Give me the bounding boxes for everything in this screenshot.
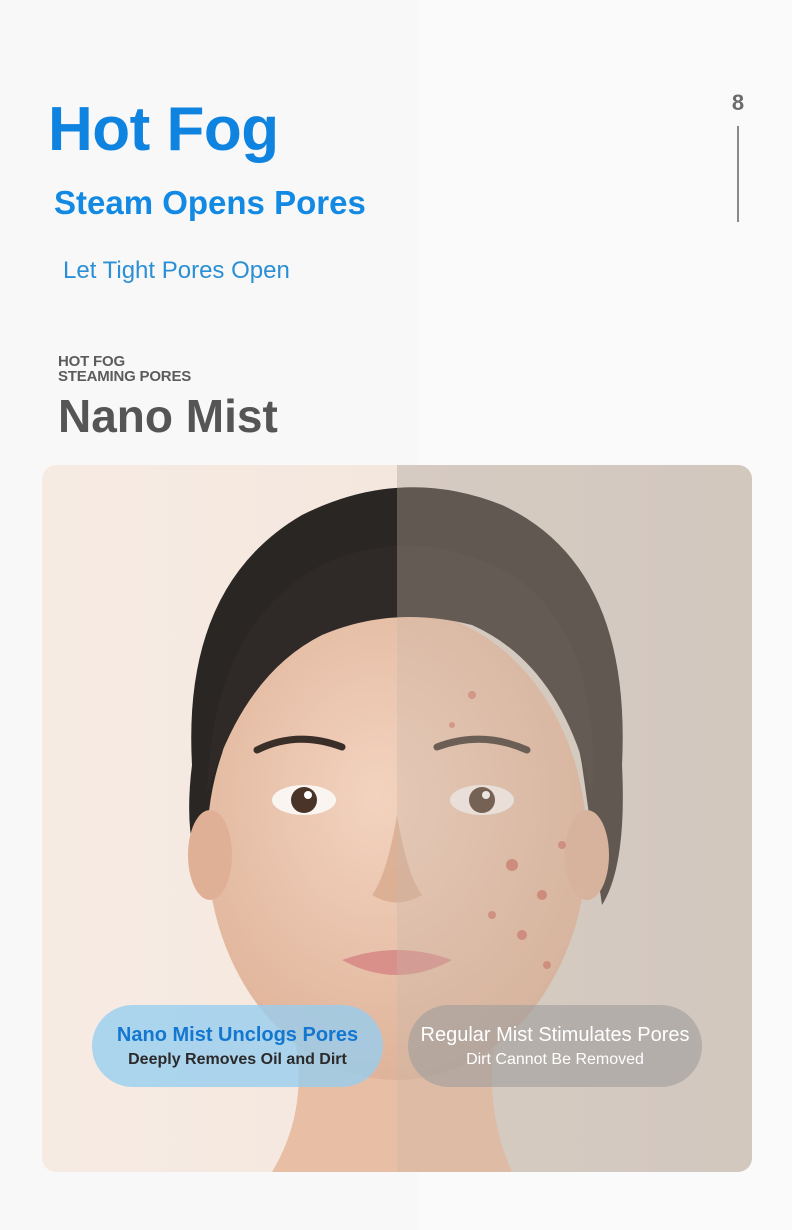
page-divider-line: [737, 126, 739, 222]
face-comparison-image: Nano Mist Unclogs Pores Deeply Removes O…: [42, 465, 752, 1172]
section-eyebrow: HOT FOG STEAMING PORES: [58, 354, 191, 384]
section-title: Nano Mist: [58, 390, 278, 442]
page-number: 8: [731, 90, 745, 115]
regular-mist-detail: Dirt Cannot Be Removed: [466, 1051, 644, 1068]
tagline: Let Tight Pores Open: [63, 257, 290, 284]
page-subtitle: Steam Opens Pores: [54, 184, 366, 221]
nano-mist-detail: Deeply Removes Oil and Dirt: [128, 1051, 347, 1068]
nano-mist-label: Nano Mist Unclogs Pores Deeply Removes O…: [92, 1005, 383, 1087]
nano-mist-heading: Nano Mist Unclogs Pores: [116, 1024, 359, 1046]
page-title: Hot Fog: [48, 95, 279, 164]
eyebrow-line-2: STEAMING PORES: [58, 368, 192, 385]
regular-mist-label: Regular Mist Stimulates Pores Dirt Canno…: [408, 1005, 702, 1087]
page-indicator: 8: [730, 88, 746, 228]
regular-mist-heading: Regular Mist Stimulates Pores: [420, 1024, 690, 1046]
